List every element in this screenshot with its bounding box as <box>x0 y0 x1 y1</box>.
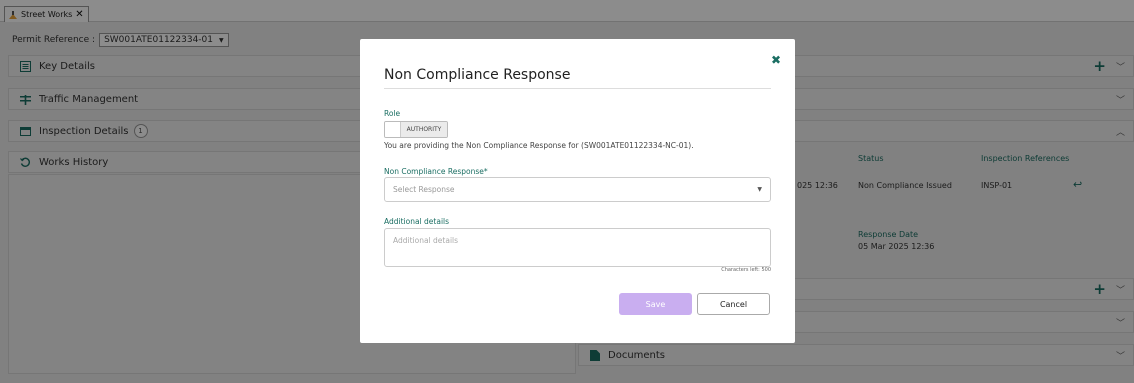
close-icon[interactable]: ✖ <box>771 53 781 67</box>
role-label: Role <box>384 109 401 118</box>
response-label: Non Compliance Response* <box>384 167 488 176</box>
toggle-knob <box>385 122 401 137</box>
cancel-button[interactable]: Cancel <box>697 293 770 315</box>
details-textarea[interactable]: Additional details <box>384 228 771 267</box>
details-label: Additional details <box>384 217 450 226</box>
response-placeholder: Select Response <box>393 185 455 194</box>
info-text: You are providing the Non Compliance Res… <box>384 141 694 150</box>
save-button[interactable]: Save <box>619 293 692 315</box>
role-toggle[interactable]: AUTHORITY <box>384 121 448 138</box>
characters-left: Characters left: 500 <box>721 267 771 273</box>
divider <box>384 88 771 89</box>
response-select[interactable]: Select Response ▼ <box>384 177 771 202</box>
role-value: AUTHORITY <box>401 122 447 137</box>
dialog-title: Non Compliance Response <box>384 67 571 83</box>
non-compliance-response-dialog: ✖ Non Compliance Response Role AUTHORITY… <box>360 39 795 343</box>
caret-down-icon: ▼ <box>757 186 762 193</box>
details-placeholder: Additional details <box>393 236 459 245</box>
